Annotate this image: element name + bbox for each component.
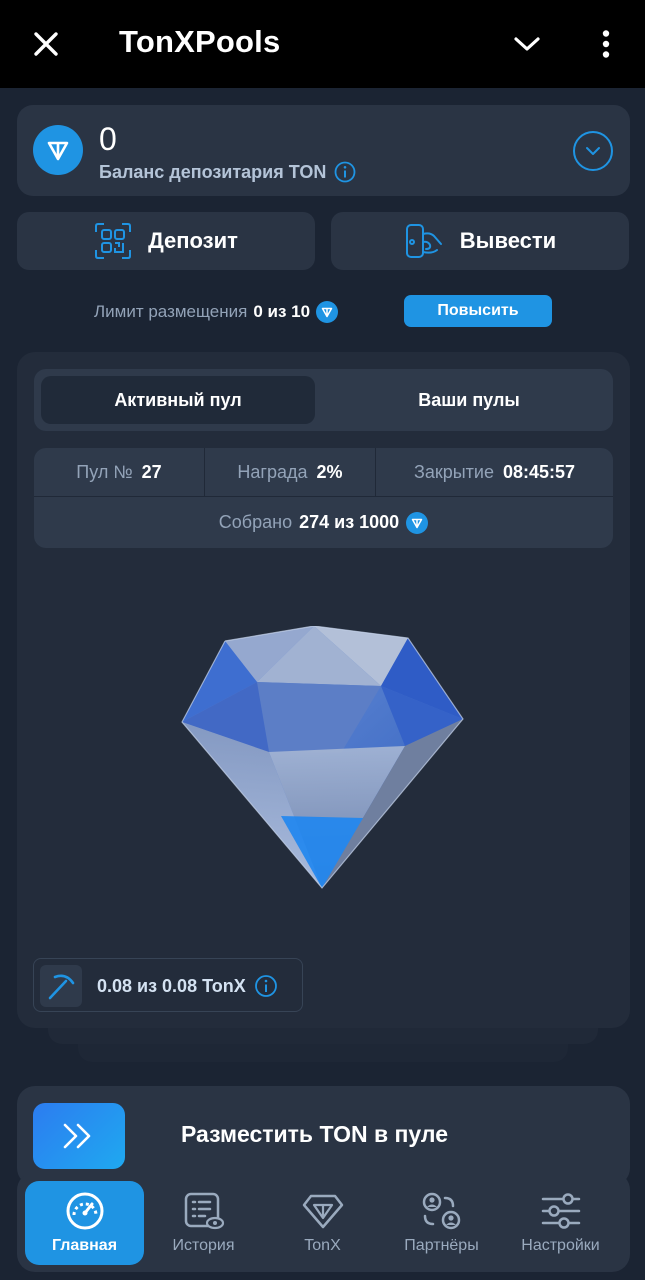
nav-item-settings[interactable]: Настройки <box>501 1181 620 1265</box>
collected-value: 274 из 1000 <box>299 512 400 532</box>
ton-coin-icon <box>406 511 429 534</box>
info-icon[interactable] <box>334 161 356 183</box>
pool-stats: Пул № 27 Награда 2% Закрытие 08:45:57 Со… <box>34 448 613 548</box>
sliders-icon <box>541 1193 580 1229</box>
balance-label: Баланс депозитария TON <box>99 161 327 182</box>
pickaxe-icon <box>40 965 82 1007</box>
bottom-navigation: Главная История TonX Партнёры Настройки <box>17 1172 630 1272</box>
mining-text-row: 0.08 из 0.08 TonX <box>97 974 278 998</box>
qr-code-icon <box>95 223 132 259</box>
more-vertical-icon <box>602 30 610 58</box>
nav-label-home: Главная <box>51 1237 118 1254</box>
info-icon[interactable] <box>254 974 278 998</box>
diamond-illustration <box>181 626 464 889</box>
pool-number-value: 27 <box>141 461 162 482</box>
reward-label: Награда <box>237 461 308 482</box>
limit-value: 0 из 10 <box>253 302 311 321</box>
close-icon <box>34 32 58 56</box>
placement-limit-row: Лимит размещения 0 из 10 Повысить <box>0 295 645 327</box>
nav-item-history[interactable]: История <box>144 1181 263 1265</box>
limit-label: Лимит размещения <box>94 302 248 321</box>
pool-number-cell: Пул № 27 <box>34 448 204 496</box>
withdraw-button[interactable]: Вывести <box>331 212 629 270</box>
withdraw-hand-icon <box>405 224 442 258</box>
deposit-button[interactable]: Депозит <box>17 212 315 270</box>
balance-card: 0 Баланс депозитария TON <box>17 105 630 196</box>
ton-coin-icon <box>316 301 339 323</box>
top-bar: TonXPools <box>0 0 645 88</box>
collapse-button[interactable] <box>505 22 549 66</box>
mining-status: 0.08 из 0.08 TonX <box>33 958 303 1012</box>
ton-logo-icon <box>33 125 83 175</box>
place-ton-label: Разместить TON в пуле <box>181 1121 448 1147</box>
nav-item-tonx[interactable]: TonX <box>263 1181 382 1265</box>
raise-limit-button[interactable]: Повысить <box>404 295 552 327</box>
partners-icon <box>422 1192 460 1230</box>
history-list-icon <box>184 1192 224 1230</box>
balance-expand-button[interactable] <box>573 131 613 171</box>
close-button[interactable] <box>24 22 68 66</box>
mining-amount: 0.08 из 0.08 TonX <box>97 975 246 996</box>
balance-label-row: Баланс депозитария TON <box>99 161 356 183</box>
withdraw-label: Вывести <box>459 228 557 253</box>
tab-active-pool[interactable]: Активный пул <box>41 376 315 424</box>
reward-value: 2% <box>316 461 343 482</box>
tab-your-pools[interactable]: Ваши пулы <box>332 376 606 424</box>
nav-item-home[interactable]: Главная <box>25 1181 144 1265</box>
more-menu-button[interactable] <box>584 22 628 66</box>
deposit-label: Депозит <box>148 228 238 253</box>
nav-label-history: История <box>172 1237 235 1254</box>
chevron-down-icon <box>514 37 540 51</box>
closing-label: Закрытие <box>413 461 494 482</box>
reward-cell: Награда 2% <box>205 448 375 496</box>
closing-cell: Закрытие 08:45:57 <box>376 448 613 496</box>
pool-tabs: Активный пул Ваши пулы <box>34 369 613 431</box>
pool-number-label: Пул № <box>76 461 133 482</box>
tonx-diamond-icon <box>302 1194 343 1229</box>
collected-row: Собрано 274 из 1000 <box>34 497 613 548</box>
limit-text: Лимит размещения 0 из 10 <box>94 301 339 323</box>
nav-label-settings: Настройки <box>521 1237 600 1254</box>
closing-timer: 08:45:57 <box>502 461 576 482</box>
nav-item-partners[interactable]: Партнёры <box>382 1181 501 1265</box>
app-title: TonXPools <box>119 24 281 59</box>
nav-label-partners: Партнёры <box>404 1237 479 1254</box>
nav-label-tonx: TonX <box>304 1237 341 1254</box>
double-chevron-right-icon <box>33 1103 125 1169</box>
chevron-down-icon <box>586 147 600 155</box>
balance-value: 0 <box>99 121 117 157</box>
collected-label: Собрано <box>218 512 293 532</box>
pool-card: Активный пул Ваши пулы Пул № 27 Награда … <box>17 352 630 1028</box>
speedometer-icon <box>66 1192 103 1230</box>
place-ton-button[interactable]: Разместить TON в пуле <box>17 1086 630 1186</box>
